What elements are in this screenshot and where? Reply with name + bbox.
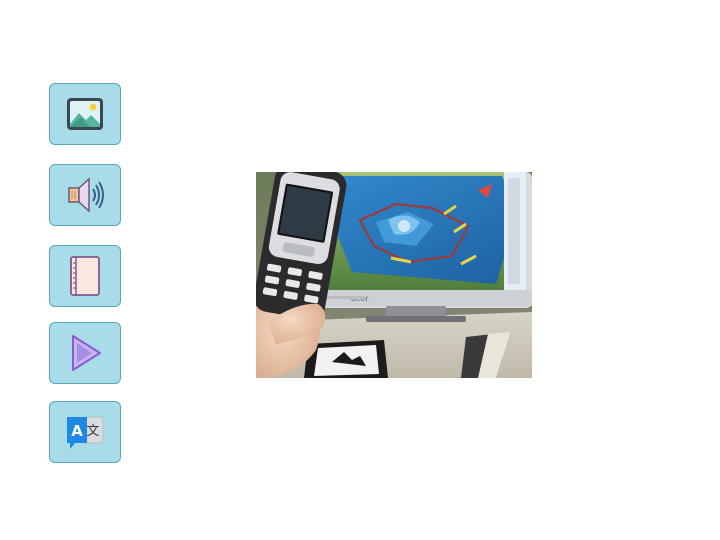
image-icon [65, 96, 105, 132]
play-button[interactable] [49, 322, 121, 384]
translate-button[interactable]: 文 A [49, 401, 121, 463]
speaker-icon [63, 173, 107, 217]
image-button[interactable] [49, 83, 121, 145]
ar-photo: acer [256, 172, 532, 378]
book-button[interactable] [49, 245, 121, 307]
book-icon [67, 254, 103, 298]
translate-icon: 文 A [63, 411, 107, 453]
play-icon [65, 331, 105, 375]
svg-text:文: 文 [86, 424, 99, 439]
audio-button[interactable] [49, 164, 121, 226]
svg-text:A: A [71, 422, 83, 440]
